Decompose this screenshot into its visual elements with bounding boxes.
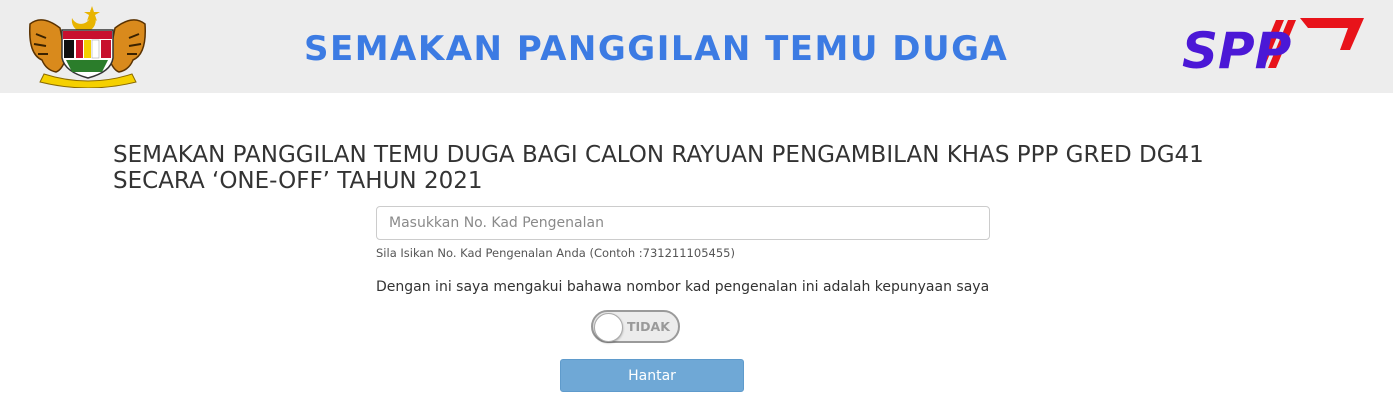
spp-logo-icon: SPP	[1182, 18, 1364, 76]
ic-number-input[interactable]	[376, 206, 990, 240]
toggle-knob[interactable]	[594, 313, 623, 342]
ic-help-text: Sila Isikan No. Kad Pengenalan Anda (Con…	[376, 246, 735, 260]
declaration-toggle[interactable]: TIDAK	[591, 310, 680, 343]
declaration-text: Dengan ini saya mengakui bahawa nombor k…	[376, 279, 990, 295]
header-banner: SEMAKAN PANGGILAN TEMU DUGA SPP	[0, 0, 1393, 93]
spp-logo-text: SPP	[1182, 22, 1291, 76]
banner-title: SEMAKAN PANGGILAN TEMU DUGA	[304, 29, 1009, 69]
page-title: SEMAKAN PANGGILAN TEMU DUGA BAGI CALON R…	[113, 142, 1204, 194]
malaysia-coat-of-arms-icon	[29, 6, 146, 88]
submit-button[interactable]: Hantar	[560, 359, 744, 392]
toggle-label: TIDAK	[627, 319, 670, 334]
